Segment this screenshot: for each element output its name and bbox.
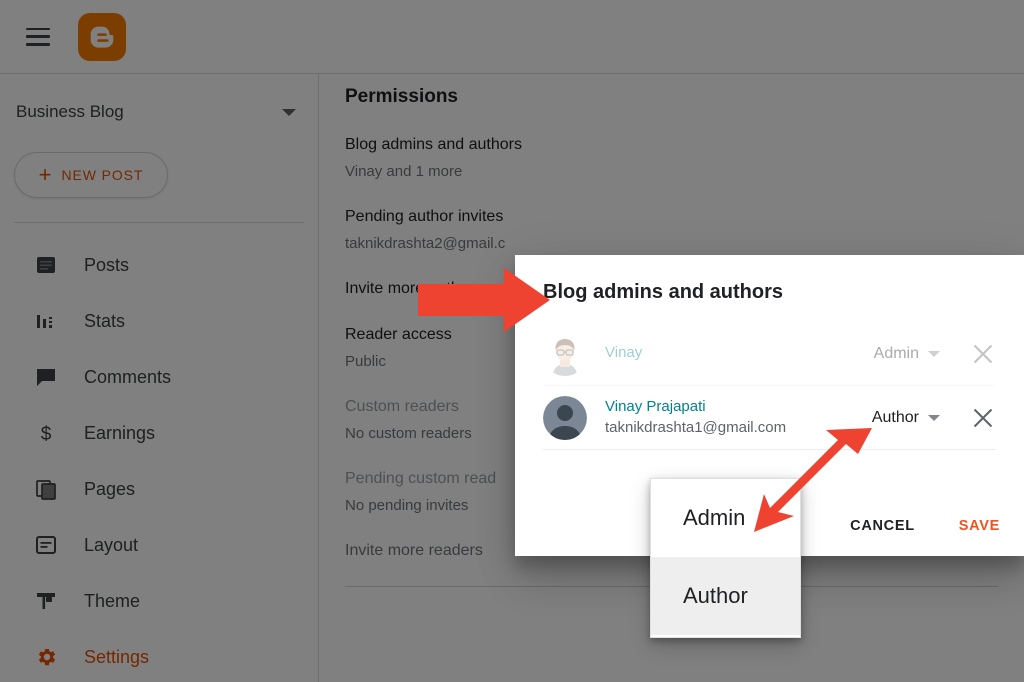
dialog-title: Blog admins and authors: [543, 281, 784, 303]
close-icon[interactable]: [970, 405, 996, 431]
cancel-button[interactable]: CANCEL: [850, 518, 915, 534]
screenshot-root: Business Blog + NEW POST Posts Stats Com…: [0, 0, 1024, 682]
person-row: Vinay Admin: [543, 322, 996, 386]
role-dropdown-menu: Admin Author: [650, 478, 801, 638]
people-list: Vinay Admin Vinay Prajapati taknikdrasht…: [543, 322, 996, 450]
chevron-down-icon: [928, 414, 940, 421]
role-label: Author: [871, 408, 919, 426]
save-button[interactable]: SAVE: [959, 518, 1000, 534]
dialog-actions: CANCEL SAVE: [850, 518, 1000, 534]
role-option-admin[interactable]: Admin: [651, 479, 800, 557]
role-label: Admin: [873, 344, 919, 362]
person-info: Vinay: [605, 343, 874, 363]
avatar-illustrated-man-icon: [543, 331, 587, 376]
avatar-default-person-icon: [543, 395, 587, 440]
chevron-down-icon: [928, 350, 940, 357]
person-name: Vinay: [605, 344, 643, 362]
person-row: Vinay Prajapati taknikdrashta1@gmail.com…: [543, 386, 996, 450]
person-info: Vinay Prajapati taknikdrashta1@gmail.com: [605, 397, 872, 438]
person-name: Vinay Prajapati: [605, 398, 706, 416]
role-option-author[interactable]: Author: [651, 557, 800, 635]
role-select[interactable]: Admin: [874, 345, 940, 363]
person-email: taknikdrashta1@gmail.com: [605, 418, 787, 436]
close-icon[interactable]: [970, 341, 996, 367]
role-select[interactable]: Author: [872, 409, 940, 427]
